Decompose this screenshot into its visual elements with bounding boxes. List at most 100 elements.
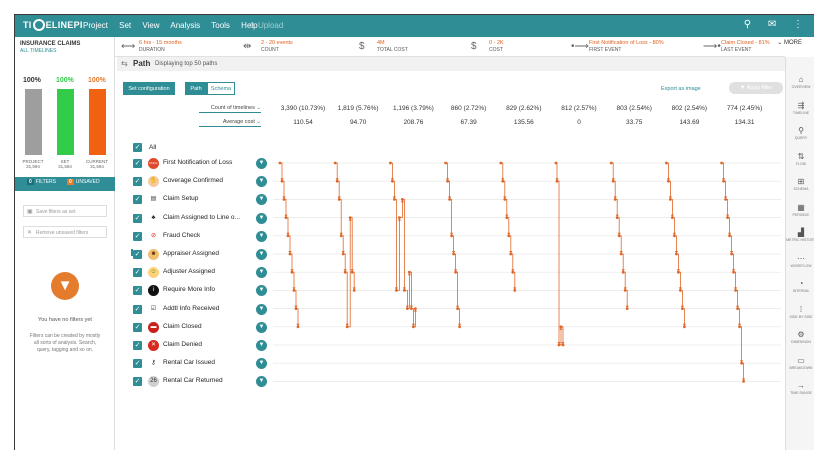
last-event-icon: ⟶• (703, 41, 721, 52)
path-arrowhead (407, 272, 411, 276)
path-arrowhead (513, 287, 517, 290)
path-arrowhead (390, 178, 394, 181)
close-icon: ✕ (27, 230, 33, 236)
sidebar-item-breakdown[interactable]: ▭ BREAKDOWN (786, 356, 814, 370)
set-bar (57, 89, 74, 155)
path-arrowhead (555, 178, 559, 181)
path-arrowhead (668, 196, 672, 199)
sidebar-item-label: WORKFLOW (790, 263, 812, 268)
path-arrowhead (672, 232, 676, 236)
path-arrowhead (501, 178, 505, 181)
path-arrowhead (724, 196, 728, 199)
sidebar-item-label: SCHEMA (793, 187, 809, 191)
dimension-icon: ⚙ (797, 330, 805, 339)
path-arrowhead (402, 287, 406, 290)
sidebar-item-interval[interactable]: ◔ INTERVAL (786, 279, 814, 293)
sidebar-item-label: DIMENSION (791, 340, 811, 344)
path-arrowhead (680, 305, 684, 309)
sidebar-item-label: QUERY (794, 136, 808, 140)
project-title[interactable]: INSURANCE CLAIMS (20, 41, 80, 47)
save-filters-button[interactable]: ▣ Save filters as set (23, 205, 107, 217)
sidebar-item-label: SIDE BY SIDE (789, 314, 813, 319)
no-filters-description: Filters can be created by mostly all sor… (29, 333, 101, 353)
breakdown-icon: ▭ (797, 355, 805, 365)
sidebar-item-flow[interactable]: ⇅ FLOW (786, 152, 814, 166)
path-arrowhead (394, 287, 398, 290)
sidebar-item-schema[interactable]: ⊞ SCHEMA (786, 177, 814, 191)
path-arrowhead (286, 232, 290, 236)
remove-filters-button[interactable]: ✕ Remove unsaved filters (23, 226, 107, 238)
path-connector (345, 271, 348, 327)
kebab-menu-icon[interactable]: ⋮ (793, 19, 803, 30)
more-button[interactable]: ⌄ MORE (777, 39, 802, 46)
path-arrowhead (294, 305, 298, 309)
timeline-icon: ⇶ (797, 100, 805, 110)
path-arrowhead (613, 196, 617, 199)
sidebar-item-overview[interactable]: ⌂ OVERVIEW (786, 75, 814, 89)
path-arrowhead (452, 251, 456, 254)
path-arrowhead (282, 196, 286, 199)
set-subtitle[interactable]: ALL TIMELINES (20, 48, 56, 54)
sidebar-item-label: FLOW (795, 161, 807, 166)
path-arrowhead (454, 269, 458, 272)
sidebar-item-query[interactable]: ⚲ QUERY (786, 126, 814, 140)
path-arrowhead (352, 287, 356, 290)
sidebar-item-metric-history[interactable]: ▟ METRIC HISTORY (786, 228, 814, 242)
menu-project[interactable]: Project (83, 21, 108, 30)
logo: TI ELINEPI (23, 19, 83, 31)
metric-history-icon: ▟ (797, 228, 805, 237)
sidebar-item-workflow[interactable]: ⋯ WORKFLOW (786, 254, 814, 268)
sidebar-item-timeline[interactable]: ⇶ TIMELINE (786, 101, 814, 115)
path-arrowhead (736, 305, 740, 309)
dollar-icon: $ (359, 41, 365, 52)
upload-button[interactable]: ⇪ Upload (249, 21, 283, 30)
path-arrowhead (722, 178, 726, 181)
path-arrowhead (732, 269, 736, 272)
menu-view[interactable]: View (142, 21, 159, 30)
menu-tools[interactable]: Tools (211, 21, 230, 30)
path-arrowhead (625, 305, 629, 309)
sidebar-item-periodic[interactable]: ▦ PERIODIC (786, 203, 814, 217)
path-connector (557, 180, 560, 345)
path-arrowhead (674, 251, 678, 254)
menu-set[interactable]: Set (119, 21, 131, 30)
path-arrowhead (621, 269, 625, 272)
path-arrowhead (738, 323, 742, 327)
left-panel: INSURANCE CLAIMS ALL TIMELINES 100% 100%… (15, 37, 115, 450)
path-arrowhead (290, 269, 294, 272)
path-arrowhead (734, 287, 738, 290)
sidebar-item-side-by-side[interactable]: ⁞ SIDE BY SIDE (786, 305, 814, 319)
path-chart (273, 161, 781, 383)
path-arrowhead (740, 360, 744, 363)
path-arrowhead (742, 378, 746, 381)
path-arrowhead (458, 323, 462, 327)
path-arrowhead (730, 251, 734, 254)
path-arrowhead (350, 269, 354, 272)
path-arrowhead (280, 178, 284, 181)
search-icon[interactable]: ⚲ (744, 19, 751, 30)
path-arrowhead (678, 287, 682, 290)
path-arrowhead (666, 178, 670, 181)
unsaved-chip[interactable]: 0 UNSAVED (67, 179, 100, 189)
top-icons: ⚲ ✉ ⋮ (730, 19, 803, 30)
sidebar-item-label: BREAKDOWN (789, 365, 813, 370)
sidebar-item-time-range[interactable]: → TIME RANGE (786, 381, 814, 395)
stats-bar: ⟷ 6 hrs - 15 months DURATION ⇹ 2 - 20 ev… (15, 37, 785, 57)
menu-analysis[interactable]: Analysis (170, 21, 200, 30)
current-bar (89, 89, 106, 155)
path-arrowhead (726, 214, 730, 218)
project-pct: 100% (23, 77, 41, 84)
path-arrowhead (456, 305, 460, 309)
mail-icon[interactable]: ✉ (768, 19, 776, 30)
current-pct: 100% (88, 77, 106, 84)
sidebar-item-dimension[interactable]: ⚙ DIMENSION (786, 330, 814, 344)
sidebar-item-label: TIMELINE (792, 110, 810, 115)
filters-chip[interactable]: 0 FILTERS (27, 179, 56, 189)
path-arrowhead (557, 342, 561, 345)
path-arrowhead (682, 323, 686, 327)
current-row-marker (131, 249, 133, 256)
stat-label: DURATION (139, 47, 165, 53)
set-bar-label: SET 31,594 (58, 159, 72, 169)
path-arrowhead (288, 251, 292, 254)
path-arrowhead (503, 196, 507, 199)
